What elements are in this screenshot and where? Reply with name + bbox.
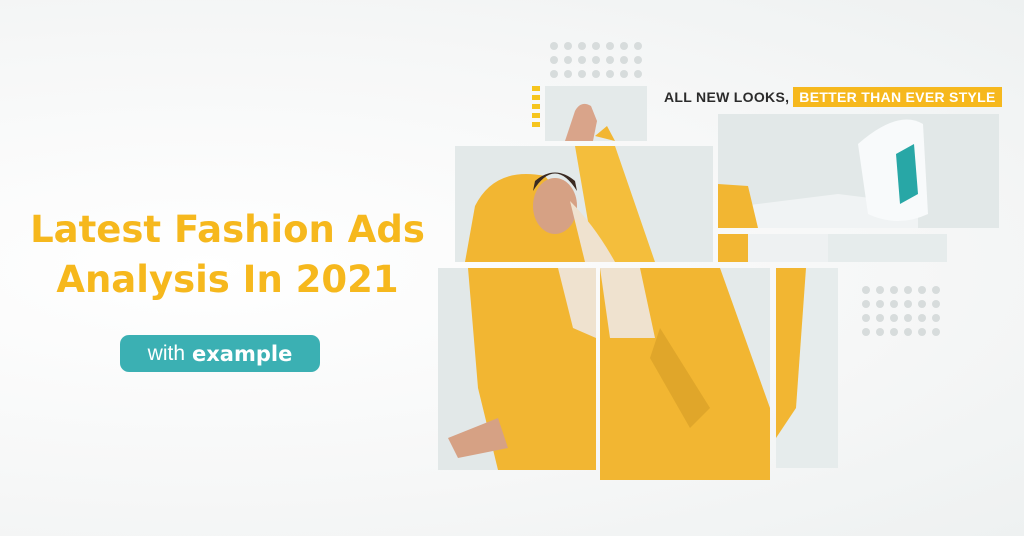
page-title-line-2: Analysis In 2021 [56, 258, 399, 301]
tagline: ALL NEW LOOKS, BETTER THAN EVER STYLE [664, 86, 1002, 108]
with-example-badge: with example [120, 335, 320, 372]
hand-photo-icon [545, 86, 647, 141]
collage-tile-sneaker [718, 114, 999, 228]
page-title-line-1: Latest Fashion Ads [30, 208, 425, 251]
collage-tile-knee [776, 268, 838, 468]
arm-photo-icon [438, 268, 596, 470]
sneaker-photo-icon [718, 114, 999, 228]
tagline-lead: ALL NEW LOOKS, [664, 89, 790, 105]
collage-tile-leg [718, 234, 947, 262]
collage-tile-hand [545, 86, 647, 141]
badge-prefix: with [147, 341, 186, 365]
tagline-highlight: BETTER THAN EVER STYLE [793, 87, 1002, 107]
collage-tile-face [455, 146, 713, 262]
collage-tile-arm [438, 268, 596, 470]
coat-photo-icon [600, 268, 770, 480]
badge-emphasis: example [192, 341, 293, 366]
leg-photo-icon [718, 234, 947, 262]
page-title: Latest Fashion Ads Analysis In 2021 [0, 205, 455, 305]
knee-photo-icon [776, 268, 838, 468]
collage-tile-coat [600, 268, 770, 480]
model-face-photo-icon [455, 146, 713, 262]
